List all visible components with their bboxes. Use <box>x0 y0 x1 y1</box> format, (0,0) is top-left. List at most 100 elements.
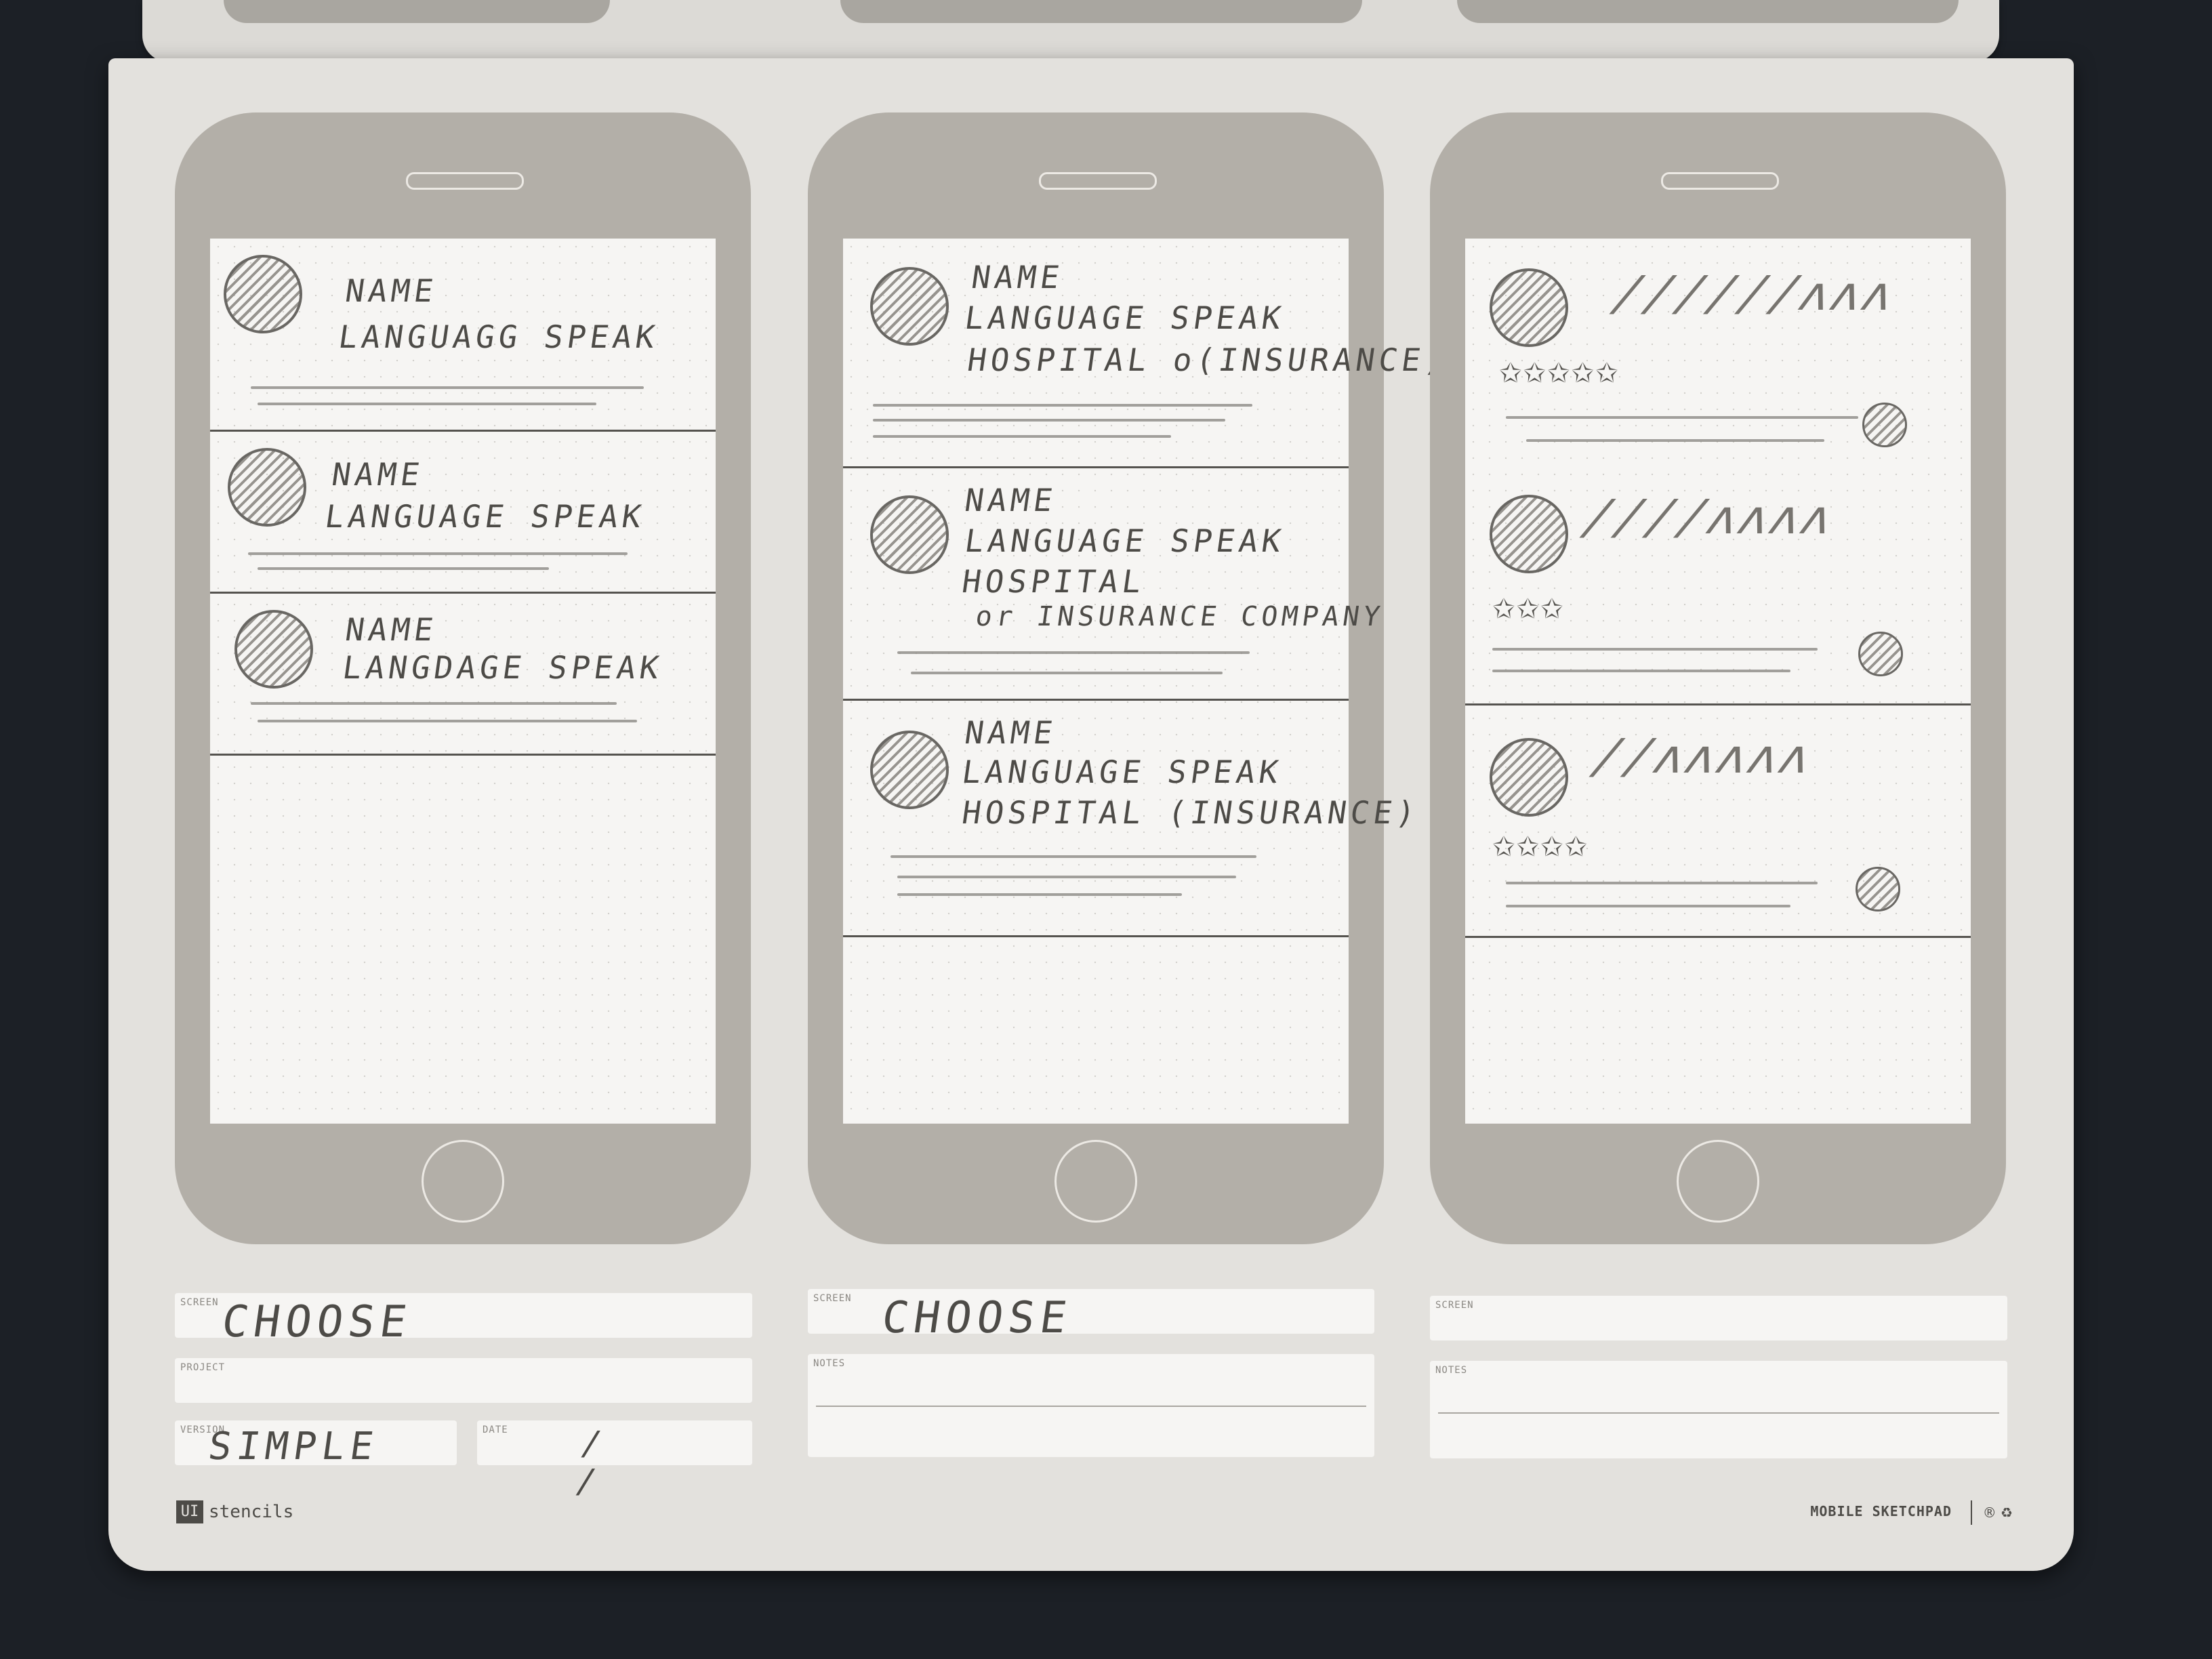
item-language: LANGUAGE SPEAK <box>962 300 1288 336</box>
scribbled-title: //ʌʌʌʌʌ <box>1584 729 1823 784</box>
project-field[interactable]: PROJECT <box>175 1358 752 1403</box>
home-button <box>1677 1140 1759 1223</box>
scribble-line <box>1506 905 1790 907</box>
avatar <box>1490 495 1568 573</box>
scribble-line <box>251 386 644 389</box>
list-item: NAME LANGUAGG SPEAK <box>210 239 716 432</box>
phone-3: //////ʌʌʌ ✩✩✩✩✩ ////ʌʌʌʌ ✩✩✩ //ʌʌʌʌʌ ✩✩✩… <box>1430 112 2006 1244</box>
background-sheet <box>142 0 1999 62</box>
scribble-line <box>897 893 1182 896</box>
avatar <box>1490 268 1568 347</box>
item-name: NAME <box>329 456 426 493</box>
ui-logo-icon: UI <box>176 1500 203 1523</box>
screen-field[interactable]: SCREEN CHOOSE <box>175 1293 752 1347</box>
scribble-line <box>1506 416 1858 419</box>
brand-logo: UI stencils <box>176 1500 293 1523</box>
list-item: NAME LANGUAGE SPEAK HOSPITAL o(INSURANCE… <box>843 239 1450 468</box>
home-button <box>1054 1140 1137 1223</box>
reviewer-avatar <box>1862 403 1907 447</box>
avatar <box>1490 738 1568 817</box>
scribble-line <box>258 720 637 722</box>
item-language: LANGUAGG SPEAK <box>336 319 661 355</box>
phone-2: NAME LANGUAGE SPEAK HOSPITAL o(INSURANCE… <box>808 112 1450 1244</box>
item-hospital: HOSPITAL (INSURANCE) <box>960 794 1422 831</box>
item-hospital: HOSPITAL <box>960 563 1148 600</box>
product-name: MOBILE SKETCHPAD <box>1810 1503 1952 1519</box>
scribble-line <box>1492 670 1790 672</box>
scribble-line <box>258 403 596 405</box>
item-name: NAME <box>962 714 1059 751</box>
field-value: SIMPLE <box>205 1425 382 1469</box>
avatar <box>234 610 313 689</box>
divider <box>1971 1500 1972 1525</box>
brand-name: stencils <box>209 1502 294 1522</box>
scribble-line <box>911 672 1223 674</box>
scribbled-title: ////ʌʌʌʌ <box>1574 489 1845 545</box>
item-insurance: or INSURANCE COMPANY <box>973 601 1386 632</box>
field-value: / / <box>573 1425 672 1500</box>
item-language: LANGDAGE SPEAK <box>340 649 665 686</box>
scribble-line <box>873 419 1225 422</box>
list-item: ////ʌʌʌʌ ✩✩✩ <box>1465 474 1971 705</box>
avatar <box>870 267 949 346</box>
item-language: LANGUAGE SPEAK <box>323 498 648 535</box>
scribble-line <box>1492 648 1818 651</box>
list-item: NAME LANGUAGE SPEAK <box>210 432 716 594</box>
field-label: NOTES <box>1435 1365 1468 1376</box>
item-name: NAME <box>969 259 1066 295</box>
list-item: NAME LANGDAGE SPEAK <box>210 594 716 756</box>
scribbled-title: //////ʌʌʌ <box>1604 266 1906 321</box>
registered-recycle-icon: ® ♻ <box>1982 1504 2013 1521</box>
scribble-line <box>1526 439 1824 442</box>
background-phone-bottom <box>224 0 610 23</box>
home-button <box>422 1140 504 1223</box>
speaker-slot <box>1039 172 1157 190</box>
date-field[interactable]: DATE / / <box>477 1420 752 1500</box>
reviewer-avatar <box>1858 632 1903 676</box>
scribble-line <box>1506 882 1818 884</box>
scribble-line <box>258 567 549 570</box>
star-rating: ✩✩✩✩✩ <box>1499 358 1620 389</box>
screen-field[interactable]: SCREEN <box>1430 1296 2007 1340</box>
item-name: NAME <box>962 482 1059 518</box>
avatar <box>870 495 949 574</box>
list-item: NAME LANGUAGE SPEAK HOSPITAL or INSURANC… <box>843 468 1386 701</box>
scribble-line <box>890 855 1256 858</box>
list-item: NAME LANGUAGE SPEAK HOSPITAL (INSURANCE) <box>843 701 1422 937</box>
notes-line <box>816 1406 1366 1407</box>
background-phone-bottom <box>1457 0 1959 23</box>
avatar <box>224 255 302 333</box>
field-label: SCREEN <box>813 1293 852 1304</box>
phone-3-screen: //////ʌʌʌ ✩✩✩✩✩ ////ʌʌʌʌ ✩✩✩ //ʌʌʌʌʌ ✩✩✩… <box>1465 239 1971 1124</box>
notes-line <box>1438 1412 1999 1414</box>
phone-2-screen: NAME LANGUAGE SPEAK HOSPITAL o(INSURANCE… <box>843 239 1450 1124</box>
field-label: SCREEN <box>180 1297 219 1308</box>
notes-field[interactable]: NOTES <box>808 1354 1374 1457</box>
screen-field[interactable]: SCREEN CHOOSE <box>808 1289 1374 1343</box>
scribble-line <box>251 702 617 705</box>
phone-1: NAME LANGUAGG SPEAK NAME LANGUAGE SPEAK … <box>175 112 751 1244</box>
item-language: LANGUAGE SPEAK <box>960 754 1285 790</box>
field-label: NOTES <box>813 1358 846 1369</box>
scribble-line <box>873 404 1252 407</box>
item-name: NAME <box>343 611 440 648</box>
item-name: NAME <box>343 272 440 309</box>
list-item: //ʌʌʌʌʌ ✩✩✩✩ <box>1465 705 1971 938</box>
field-label: PROJECT <box>180 1362 226 1373</box>
sketchpad-sheet: NAME LANGUAGG SPEAK NAME LANGUAGE SPEAK … <box>108 58 2074 1571</box>
version-field[interactable]: VERSION SIMPLE <box>175 1420 457 1469</box>
star-rating: ✩✩✩ <box>1492 594 1565 625</box>
scribble-line <box>897 651 1250 654</box>
item-hospital: HOSPITAL o(INSURANCE) <box>965 342 1450 378</box>
notes-field[interactable]: NOTES <box>1430 1361 2007 1458</box>
scribble-line <box>897 876 1236 878</box>
field-value: CHOOSE <box>218 1297 415 1347</box>
avatar <box>870 731 949 809</box>
field-label: DATE <box>483 1425 508 1435</box>
speaker-slot <box>1661 172 1779 190</box>
item-language: LANGUAGE SPEAK <box>962 523 1288 559</box>
star-rating: ✩✩✩✩ <box>1492 832 1589 863</box>
background-phone-bottom <box>840 0 1362 23</box>
reviewer-avatar <box>1856 867 1900 912</box>
scribble-line <box>873 435 1171 438</box>
